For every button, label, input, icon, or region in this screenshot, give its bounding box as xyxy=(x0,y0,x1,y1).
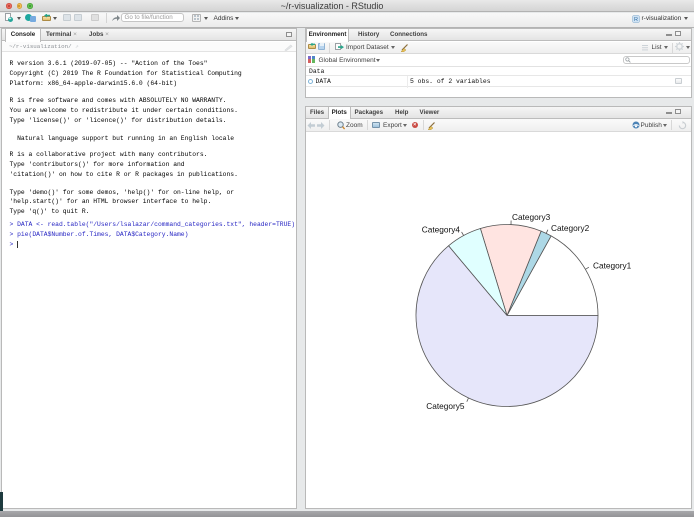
svg-text:Category1: Category1 xyxy=(593,260,632,270)
svg-text:Category2: Category2 xyxy=(551,223,590,233)
svg-text:Category5: Category5 xyxy=(426,401,465,411)
svg-text:Category4: Category4 xyxy=(422,224,461,234)
svg-text:R: R xyxy=(634,17,638,23)
svg-text:Category3: Category3 xyxy=(512,212,551,222)
